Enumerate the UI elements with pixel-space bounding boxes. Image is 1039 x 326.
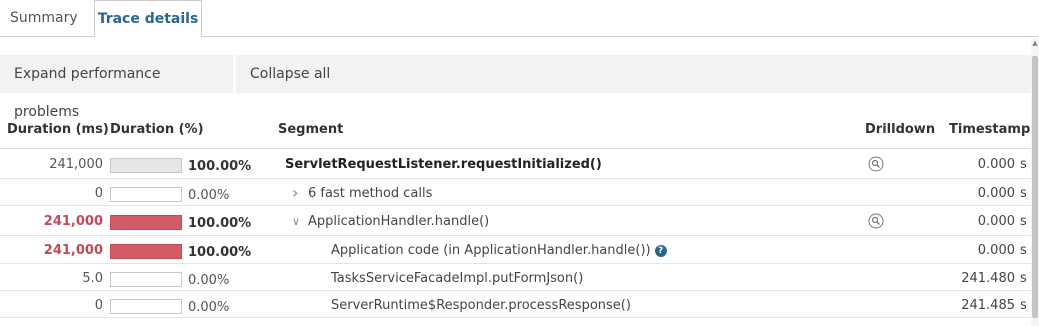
segment-name[interactable]: 6 fast method calls <box>308 186 432 201</box>
timestamp-unit: s <box>1020 271 1027 286</box>
duration-bar-fill <box>111 245 181 258</box>
segment-name[interactable]: ServletRequestListener.requestInitialize… <box>285 157 602 172</box>
column-header-timestamp[interactable]: Timestamp <box>949 122 1030 137</box>
trace-row[interactable]: 0 0.00% › 6 fast method calls 0.000 s <box>0 179 1031 206</box>
timestamp-value: 241.485 <box>961 298 1015 313</box>
vertical-scrollbar[interactable]: ▲ <box>1031 38 1039 326</box>
duration-ms-value: 241,000 <box>49 157 103 172</box>
segment-label: ApplicationHandler.handle() <box>308 214 490 229</box>
duration-ms-value: 241,000 <box>43 243 103 258</box>
column-header-duration-pct[interactable]: Duration (%) <box>110 122 204 137</box>
duration-bar <box>110 299 182 314</box>
duration-bar <box>110 158 182 173</box>
duration-pct-value: 0.00% <box>188 188 230 203</box>
chevron-right-icon[interactable]: › <box>292 183 298 202</box>
duration-bar <box>110 272 182 287</box>
toolbar: Expand performance problems Collapse all <box>0 55 1031 120</box>
trace-row[interactable]: 241,000 100.00% Application code (in Appli… <box>0 236 1031 264</box>
timestamp-unit: s <box>1020 186 1027 201</box>
timestamp-unit: s <box>1020 298 1027 313</box>
drilldown-magnifier-icon[interactable] <box>868 213 884 229</box>
timestamp-unit: s <box>1020 243 1027 258</box>
chevron-down-icon[interactable]: ∨ <box>292 215 300 228</box>
duration-pct-value: 100.00% <box>188 159 252 174</box>
trace-row[interactable]: 0 0.00% ServerRuntime$Responder.processRes… <box>0 291 1031 318</box>
collapse-all-button[interactable]: Collapse all <box>236 55 346 93</box>
trace-row[interactable]: 241,000 100.00% ServletRequestListener.req… <box>0 149 1031 179</box>
timestamp-value: 0.000 <box>977 243 1015 258</box>
timestamp-unit: s <box>1020 214 1027 229</box>
trace-row[interactable]: 5.0 0.00% TasksServiceFacadeImpl.putFormJs… <box>0 264 1031 291</box>
segment-name[interactable]: ApplicationHandler.handle() <box>308 214 489 229</box>
timestamp-unit: s <box>1020 157 1027 172</box>
duration-pct-value: 100.00% <box>188 216 252 231</box>
tab-bar: Summary Trace details <box>0 0 1039 38</box>
duration-bar-fill <box>111 216 181 229</box>
expand-performance-problems-button[interactable]: Expand performance problems <box>0 55 233 120</box>
tab-trace-details[interactable]: Trace details <box>94 0 202 38</box>
help-icon[interactable]: ? <box>654 245 667 257</box>
segment-label: ServletRequestListener.requestInitialize… <box>285 157 602 172</box>
duration-pct-value: 100.00% <box>188 245 252 260</box>
column-header-drilldown[interactable]: Drilldown <box>865 122 935 137</box>
timestamp-value: 0.000 <box>977 157 1015 172</box>
segment-name[interactable]: ServerRuntime$Responder.processResponse(… <box>331 298 631 313</box>
timestamp-value: 0.000 <box>977 214 1015 229</box>
segment-label: TasksServiceFacadeImpl.putFormJson() <box>331 271 584 286</box>
duration-bar-fill <box>111 159 181 172</box>
duration-ms-value: 0 <box>94 298 103 313</box>
timestamp-value: 0.000 <box>977 186 1015 201</box>
column-header-segment[interactable]: Segment <box>278 122 343 137</box>
segment-name[interactable]: TasksServiceFacadeImpl.putFormJson() <box>331 271 583 286</box>
duration-bar <box>110 244 182 259</box>
scroll-up-arrow-icon[interactable]: ▲ <box>1031 38 1039 48</box>
scrollbar-thumb[interactable] <box>1032 56 1038 318</box>
segment-label: ServerRuntime$Responder.processResponse(… <box>331 298 631 313</box>
segment-label: 6 fast method calls <box>308 186 433 201</box>
duration-bar <box>110 187 182 202</box>
duration-ms-value: 241,000 <box>43 214 103 229</box>
duration-pct-value: 0.00% <box>188 300 230 315</box>
duration-ms-value: 0 <box>94 186 103 201</box>
duration-ms-value: 5.0 <box>82 271 103 286</box>
drilldown-magnifier-icon[interactable] <box>868 156 884 172</box>
tab-summary[interactable]: Summary <box>0 0 94 37</box>
timestamp-value: 241.480 <box>961 271 1015 286</box>
duration-bar <box>110 215 182 230</box>
duration-pct-value: 0.00% <box>188 273 230 288</box>
segment-name[interactable]: Application code (in ApplicationHandler.… <box>331 243 667 258</box>
segment-label: Application code (in ApplicationHandler.… <box>331 243 651 258</box>
trace-row[interactable]: 241,000 100.00% ∨ ApplicationHandler.handle… <box>0 206 1031 236</box>
column-header-duration-ms[interactable]: Duration (ms) <box>7 122 109 137</box>
